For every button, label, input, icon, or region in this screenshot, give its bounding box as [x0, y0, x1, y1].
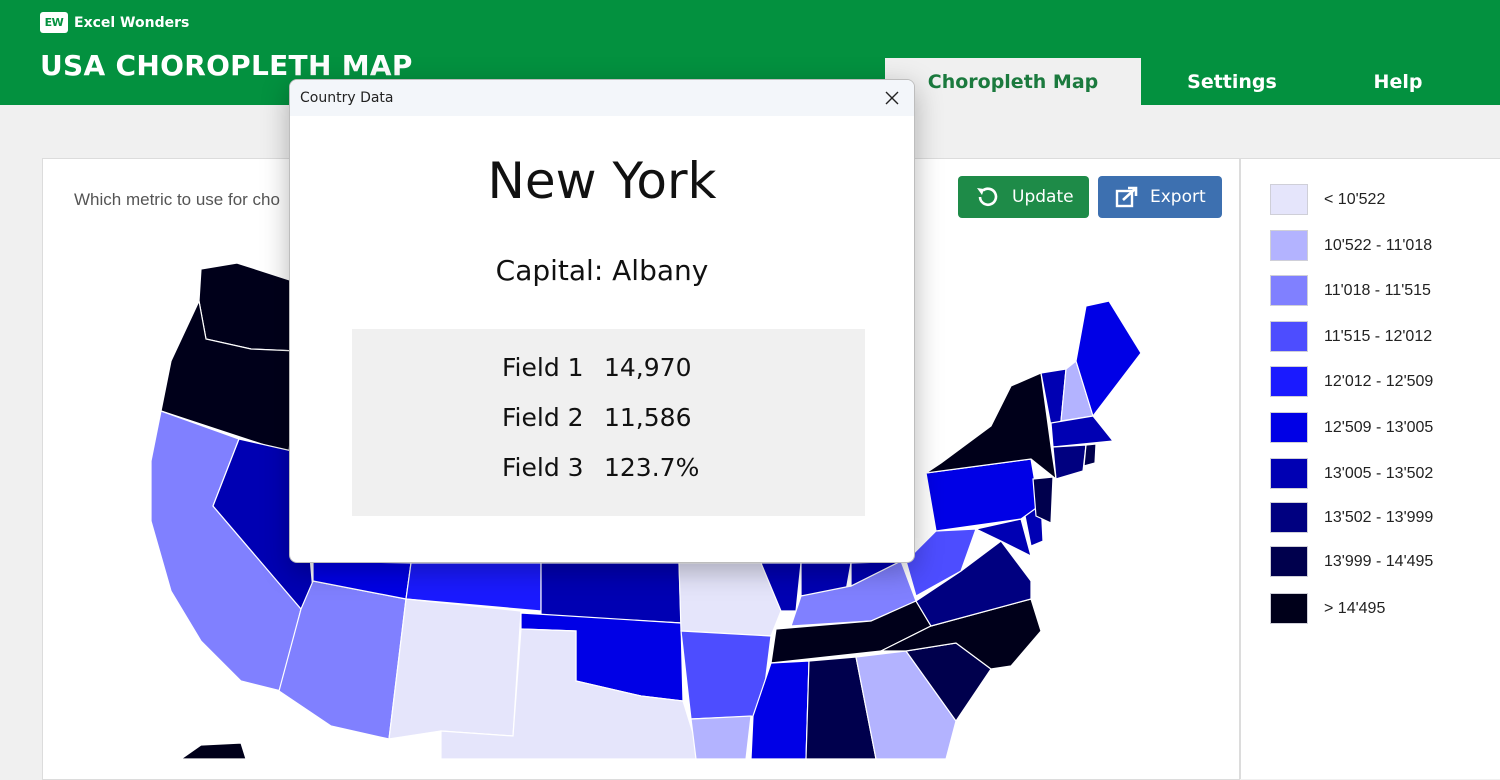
legend-swatch [1270, 275, 1308, 306]
field-value: 14,970 [604, 353, 692, 382]
app-title: USA CHOROPLETH MAP [40, 49, 413, 82]
logo-mark: EW [40, 12, 68, 33]
legend-label: 12'012 - 12'509 [1324, 372, 1434, 390]
brand-name: Excel Wonders [74, 14, 190, 31]
legend-swatch [1270, 366, 1308, 397]
legend-label: 11'515 - 12'012 [1324, 327, 1433, 345]
state-capital: Capital: Albany [495, 254, 709, 287]
legend-swatch [1270, 184, 1308, 215]
state-new-mexico [388, 598, 522, 740]
country-data-dialog: Country Data New York Capital: Albany Fi… [289, 79, 915, 563]
legend-item: 11'515 - 12'012 [1270, 321, 1432, 352]
legend-swatch [1270, 230, 1308, 261]
field-value: 123.7% [604, 453, 700, 482]
legend-item: 12'509 - 13'005 [1270, 412, 1433, 443]
field-row: Field 3 123.7% [502, 453, 699, 482]
state-rhode-island [1083, 443, 1097, 467]
tab-bar: Choropleth Map Settings Help [885, 58, 1473, 105]
state-louisiana [690, 715, 752, 760]
tab-help[interactable]: Help [1323, 58, 1473, 105]
legend-swatch [1270, 321, 1308, 352]
legend-swatch [1270, 593, 1308, 624]
legend-label: > 14'495 [1324, 599, 1386, 617]
field-value: 11,586 [604, 403, 692, 432]
refresh-icon [977, 187, 998, 206]
state-washington [198, 262, 300, 352]
field-row: Field 1 14,970 [502, 353, 691, 382]
brand-logo: EW Excel Wonders [40, 12, 189, 33]
legend-item: 13'999 - 14'495 [1270, 546, 1433, 577]
fields-box: Field 1 14,970 Field 2 11,586 Field 3 12… [352, 329, 865, 516]
state-name: New York [487, 152, 717, 210]
legend-label: 12'509 - 13'005 [1324, 418, 1434, 436]
legend-item: 13'005 - 13'502 [1270, 458, 1433, 489]
export-button-label: Export [1150, 187, 1206, 207]
close-button[interactable] [880, 86, 904, 110]
close-icon [885, 91, 899, 105]
legend-label: 11'018 - 11'515 [1324, 281, 1431, 299]
legend-label: 13'999 - 14'495 [1324, 552, 1434, 570]
legend-item: > 14'495 [1270, 593, 1385, 624]
legend-label: 13'502 - 13'999 [1324, 508, 1434, 526]
legend-item: 13'502 - 13'999 [1270, 502, 1433, 533]
legend-item: < 10'522 [1270, 184, 1385, 215]
legend-label: 10'522 - 11'018 [1324, 236, 1433, 254]
dialog-titlebar[interactable]: Country Data [290, 80, 914, 116]
legend-item: 12'012 - 12'509 [1270, 366, 1433, 397]
state-new-jersey [1032, 476, 1054, 524]
update-button-label: Update [1012, 187, 1074, 207]
legend-swatch [1270, 412, 1308, 443]
legend-label: < 10'522 [1324, 190, 1386, 208]
update-button[interactable]: Update [958, 176, 1089, 218]
legend-swatch [1270, 458, 1308, 489]
metric-prompt: Which metric to use for cho [74, 190, 280, 209]
dialog-title: Country Data [300, 90, 394, 106]
field-name: Field 2 [502, 403, 584, 432]
field-row: Field 2 11,586 [502, 403, 691, 432]
field-name: Field 1 [502, 353, 584, 382]
tab-choropleth-map[interactable]: Choropleth Map [885, 58, 1141, 105]
legend-item: 10'522 - 11'018 [1270, 230, 1432, 261]
legend-swatch [1270, 546, 1308, 577]
state-kansas [540, 562, 682, 624]
state-alaska [179, 742, 247, 760]
legend-label: 13'005 - 13'502 [1324, 464, 1434, 482]
state-new-york [925, 372, 1057, 481]
legend-panel: < 10'522 10'522 - 11'018 11'018 - 11'515… [1240, 158, 1500, 779]
state-connecticut [1052, 444, 1087, 480]
tab-settings[interactable]: Settings [1141, 58, 1323, 105]
field-name: Field 3 [502, 453, 584, 482]
legend-item: 11'018 - 11'515 [1270, 275, 1431, 306]
legend-swatch [1270, 502, 1308, 533]
export-button[interactable]: Export [1098, 176, 1222, 218]
export-icon [1115, 186, 1138, 208]
